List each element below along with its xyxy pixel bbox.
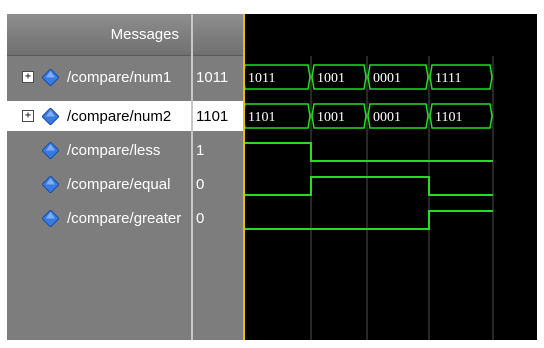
signal-name: /compare/equal [67, 175, 171, 193]
signal-value: 0 [196, 209, 205, 227]
signal-name: /compare/num1 [67, 68, 172, 86]
diamond-signal-icon [42, 209, 59, 227]
diamond-signal-icon [42, 68, 59, 86]
diamond-signal-icon [42, 175, 59, 193]
signal-value-pane: 1011 1101 1 0 0 [191, 14, 243, 340]
bit-waveform [243, 176, 493, 196]
signal-name: /compare/num2 [67, 107, 172, 125]
bus-value-label: 1001 [317, 71, 345, 86]
expand-plus-icon[interactable]: + [22, 110, 34, 122]
signal-value: 1011 [196, 68, 229, 86]
bus-value-label: 1011 [248, 71, 275, 86]
messages-label: Messages [110, 26, 179, 43]
bus-value-label: 0001 [373, 71, 401, 86]
diamond-signal-icon [42, 107, 59, 125]
bus-value-label: 1101 [248, 110, 275, 125]
signal-name-pane: Messages + /compare/num1 + /compare/num2… [7, 14, 191, 340]
bus-value-label: 1101 [435, 110, 462, 125]
signal-value: 1 [196, 141, 205, 159]
expand-plus-icon[interactable]: + [22, 71, 34, 83]
signal-value: 0 [196, 175, 205, 193]
waveform-canvas: 1011 1001 0001 1111 1101 1001 0001 1101 [243, 14, 537, 340]
messages-header: Messages [7, 14, 191, 56]
signal-name: /compare/less [67, 141, 161, 159]
signal-row-less[interactable]: /compare/less [7, 135, 191, 165]
signal-row-num1[interactable]: + /compare/num1 [7, 62, 191, 92]
wave-window: Messages + /compare/num1 + /compare/num2… [0, 0, 544, 348]
waveform-pane[interactable]: 1011 1001 0001 1111 1101 1001 0001 1101 [243, 14, 537, 340]
time-cursor[interactable] [243, 14, 245, 340]
signal-row-equal[interactable]: /compare/equal [7, 169, 191, 199]
signal-row-num2[interactable]: + /compare/num2 [7, 101, 191, 131]
signal-row-greater[interactable]: /compare/greater [7, 203, 191, 233]
bit-waveform [243, 142, 493, 162]
bus-value-label: 0001 [373, 110, 401, 125]
wave-header [243, 14, 537, 56]
bus-value-label: 1001 [317, 110, 345, 125]
bit-waveform [243, 210, 493, 230]
value-header [193, 14, 243, 56]
bus-value-label: 1111 [435, 71, 461, 86]
signal-value: 1101 [193, 101, 243, 131]
diamond-signal-icon [42, 141, 59, 159]
signal-name: /compare/greater [67, 209, 182, 227]
